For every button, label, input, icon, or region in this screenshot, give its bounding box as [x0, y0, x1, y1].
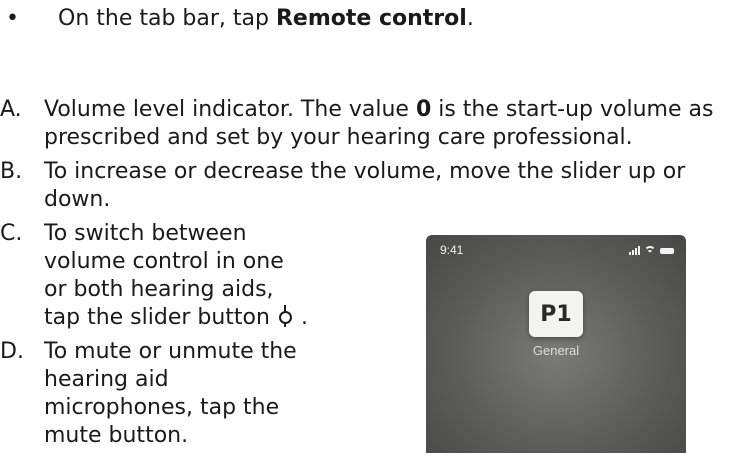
slider-button-icon — [276, 305, 294, 327]
step-letter: C. — [0, 221, 23, 246]
step-b: B. To increase or decrease the volume, m… — [0, 158, 737, 214]
cellular-signal-icon — [629, 246, 640, 255]
status-icons — [629, 245, 674, 255]
program-code: P1 — [540, 301, 572, 327]
step-b-text: To increase or decrease the volume, move… — [44, 159, 686, 212]
program-card[interactable]: P1 — [529, 291, 583, 337]
step-c-text: To switch between volume control in one … — [44, 221, 284, 330]
step-d-text: To mute or unmute the hearing aid microp… — [44, 339, 297, 448]
intro-instruction: • On the tab bar, tap Remote control. — [6, 4, 474, 34]
step-letter: A. — [0, 97, 22, 122]
step-a-text: Volume level indicator. The value — [44, 97, 416, 122]
bullet-marker: • — [6, 6, 19, 31]
step-letter: D. — [0, 339, 24, 364]
step-letter: B. — [0, 159, 23, 184]
program-name: General — [532, 343, 580, 358]
battery-icon — [660, 248, 674, 254]
phone-screenshot: 9:41 P1 General — [426, 235, 686, 453]
startup-volume-value: 0 — [415, 97, 432, 122]
step-c-text-end: . — [300, 305, 308, 330]
wifi-icon — [644, 246, 656, 255]
status-time: 9:41 — [440, 243, 464, 257]
remote-control-label: Remote control — [275, 6, 467, 31]
step-c: C. To switch between volume control in o… — [0, 220, 308, 332]
intro-text-end: . — [466, 6, 474, 31]
step-d: D. To mute or unmute the hearing aid mic… — [0, 338, 308, 450]
step-a: A. Volume level indicator. The value 0 i… — [0, 96, 737, 152]
intro-text: On the tab bar, tap — [58, 6, 276, 31]
